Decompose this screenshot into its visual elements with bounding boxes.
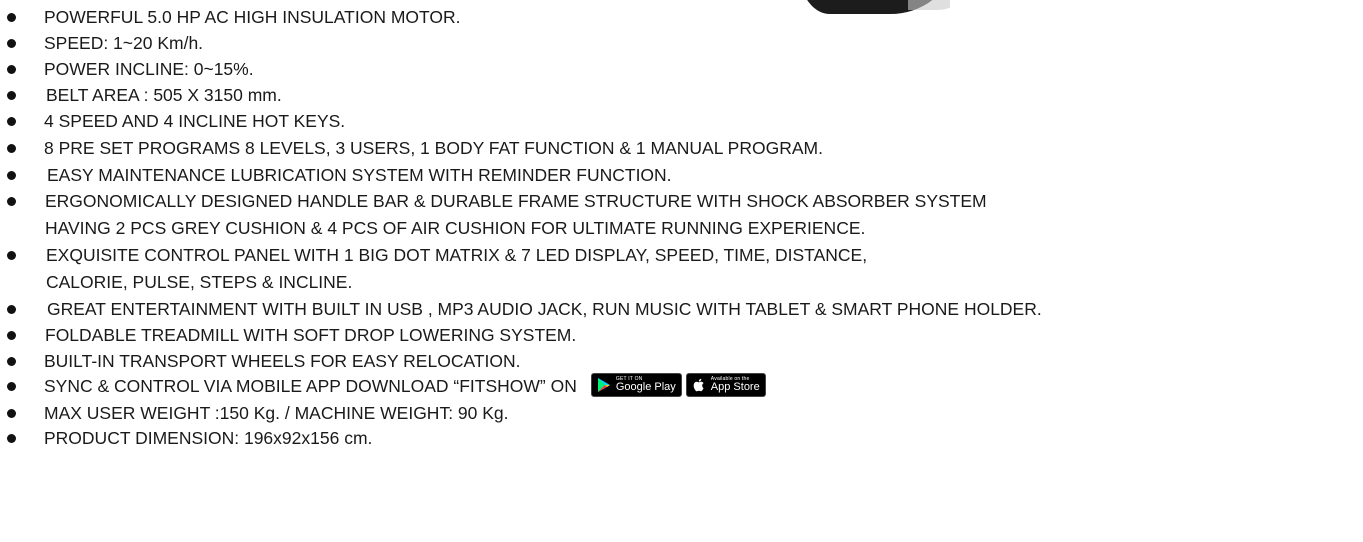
feature-text: 4 SPEED AND 4 INCLINE HOT KEYS.	[44, 111, 346, 131]
bullet-icon	[7, 305, 16, 314]
feature-text: EXQUISITE CONTROL PANEL WITH 1 BIG DOT M…	[46, 245, 868, 265]
feature-text: MAX USER WEIGHT :150 Kg. / MACHINE WEIGH…	[44, 403, 509, 423]
bullet-icon	[7, 117, 16, 126]
google-play-text: GET IT ON Google Play	[616, 377, 676, 393]
bullet-icon	[7, 39, 16, 48]
play-triangle-icon	[597, 378, 610, 393]
bullet-icon	[7, 91, 16, 100]
bullet-icon	[7, 171, 16, 180]
google-play-badge[interactable]: GET IT ON Google Play	[590, 373, 682, 398]
bullet-icon	[7, 144, 16, 153]
feature-text: GREAT ENTERTAINMENT WITH BUILT IN USB , …	[47, 299, 1042, 319]
bullet-icon	[7, 331, 16, 340]
feature-text: BELT AREA : 505 X 3150 mm.	[46, 85, 282, 105]
product-image-edge	[800, 0, 950, 14]
feature-text: ERGONOMICALLY DESIGNED HANDLE BAR & DURA…	[45, 191, 987, 211]
bullet-icon	[7, 409, 16, 418]
app-store-badge[interactable]: Available on the App Store	[685, 373, 766, 398]
feature-text: FOLDABLE TREADMILL WITH SOFT DROP LOWERI…	[45, 325, 577, 345]
feature-text: EASY MAINTENANCE LUBRICATION SYSTEM WITH…	[47, 165, 672, 185]
bullet-icon	[7, 382, 16, 391]
feature-text: SPEED: 1~20 Km/h.	[44, 33, 204, 53]
bullet-icon	[7, 197, 16, 206]
feature-text: POWER INCLINE: 0~15%.	[44, 59, 254, 79]
feature-text: BUILT-IN TRANSPORT WHEELS FOR EASY RELOC…	[44, 351, 521, 371]
bullet-icon	[7, 251, 16, 260]
feature-text: 8 PRE SET PROGRAMS 8 LEVELS, 3 USERS, 1 …	[44, 138, 823, 158]
google-play-label: Google Play	[615, 381, 676, 394]
apple-icon	[693, 379, 704, 392]
bullet-icon	[7, 13, 16, 22]
bullet-icon	[7, 65, 16, 74]
feature-text: CALORIE, PULSE, STEPS & INCLINE.	[46, 272, 353, 292]
bullet-icon	[7, 434, 16, 443]
app-store-label: App Store	[710, 381, 760, 394]
feature-text: PRODUCT DIMENSION: 196x92x156 cm.	[44, 428, 373, 448]
bullet-icon	[7, 357, 16, 366]
app-store-badges: GET IT ON Google Play Available on the App …	[590, 373, 766, 398]
feature-text: HAVING 2 PCS GREY CUSHION & 4 PCS OF AIR…	[45, 218, 866, 238]
app-store-text: Available on the App Store	[711, 377, 760, 393]
feature-text: SYNC & CONTROL VIA MOBILE APP DOWNLOAD “…	[44, 373, 766, 399]
image-shadow	[908, 0, 950, 10]
feature-text: POWERFUL 5.0 HP AC HIGH INSULATION MOTOR…	[44, 7, 461, 27]
